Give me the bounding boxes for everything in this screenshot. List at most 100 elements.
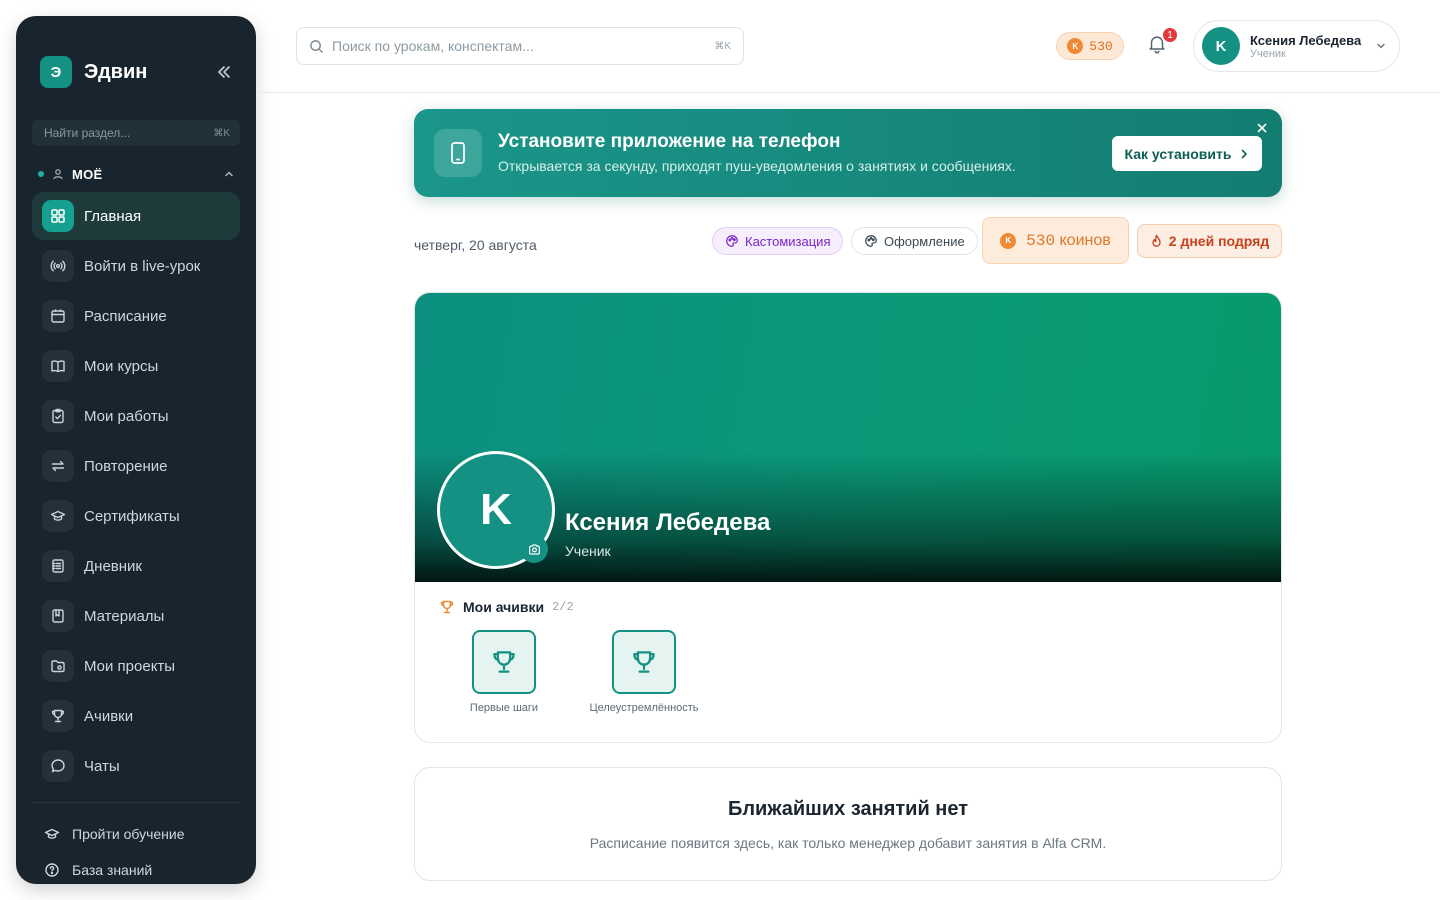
top-header: ⌘K K 530 1 K Ксения Лебедева Ученик <box>256 0 1440 93</box>
achievements-header: Мои ачивки 2/2 <box>439 599 574 615</box>
sidebar-item-repetition[interactable]: Повторение <box>32 442 240 490</box>
user-menu[interactable]: K Ксения Лебедева Ученик <box>1193 20 1400 72</box>
global-search-input[interactable] <box>332 38 707 54</box>
sidebar-item-label: Ачивки <box>84 707 134 725</box>
user-name: Ксения Лебедева <box>1250 32 1362 48</box>
phone-icon <box>434 129 482 177</box>
achievements-count: 2/2 <box>552 600 574 614</box>
sidebar-item-label: Сертификаты <box>84 507 180 525</box>
achievement-item[interactable]: Первые шаги <box>439 630 569 714</box>
sidebar-item-schedule[interactable]: Расписание <box>32 292 240 340</box>
current-date: четверг, 20 августа <box>414 237 537 253</box>
graduation-cap-icon <box>42 500 74 532</box>
graduation-cap-icon <box>44 828 60 839</box>
section-search[interactable]: Найти раздел... ⌘K <box>32 120 240 146</box>
flame-icon <box>1152 234 1161 247</box>
section-header-mine[interactable]: МОЁ <box>38 164 234 184</box>
coins-counter[interactable]: K 530 коинов <box>982 217 1129 264</box>
sidebar-item-diary[interactable]: Дневник <box>32 542 240 590</box>
streak-badge[interactable]: 2 дней подряд <box>1137 224 1282 258</box>
section-search-placeholder: Найти раздел... <box>44 126 131 140</box>
coins-unit: коинов <box>1059 231 1111 249</box>
broadcast-icon <box>42 250 74 282</box>
achievements-title: Мои ачивки <box>463 599 545 615</box>
repeat-icon <box>42 450 74 482</box>
streak-label: 2 дней подряд <box>1168 233 1270 249</box>
sidebar-item-label: Мои работы <box>84 407 169 425</box>
chevron-up-icon <box>225 171 233 177</box>
clipboard-icon <box>42 400 74 432</box>
sidebar-item-label: Пройти обучение <box>72 826 185 842</box>
achievement-item[interactable]: Целеустремлённость <box>579 630 709 714</box>
profile-card: K Ксения Лебедева Ученик Мои ачивки 2/2 … <box>414 292 1282 743</box>
sidebar-item-label: Войти в live-урок <box>84 257 201 275</box>
chevron-down-icon <box>1377 43 1385 49</box>
sidebar-item-materials[interactable]: Материалы <box>32 592 240 640</box>
lessons-title: Ближайших занятий нет <box>727 798 969 820</box>
sidebar-item-my-projects[interactable]: Мои проекты <box>32 642 240 690</box>
search-icon <box>310 39 323 53</box>
notebook-icon <box>42 550 74 582</box>
trophy-icon[interactable] <box>612 630 676 694</box>
notifications-badge: 1 <box>1161 26 1179 44</box>
section-search-shortcut: ⌘K <box>213 127 230 139</box>
sidebar-item-label: Повторение <box>84 457 168 475</box>
profile-role: Ученик <box>565 543 611 559</box>
achievement-label: Первые шаги <box>469 702 539 714</box>
user-role: Ученик <box>1250 47 1286 60</box>
design-chip-label: Оформление <box>884 233 965 249</box>
trophy-icon[interactable] <box>472 630 536 694</box>
customization-chip[interactable]: Кастомизация <box>712 227 844 255</box>
sidebar-item-live-lesson[interactable]: Войти в live-урок <box>32 242 240 290</box>
chevrons-left-icon <box>218 66 230 78</box>
coin-balance-pill[interactable]: K 530 <box>1056 32 1124 60</box>
palette-icon <box>726 235 738 247</box>
sidebar-item-label: Мои проекты <box>84 657 176 675</box>
chevron-right-icon <box>1242 149 1248 158</box>
collapse-sidebar-button[interactable] <box>214 62 234 82</box>
calendar-icon <box>42 300 74 332</box>
bookmark-icon <box>42 600 74 632</box>
coin-icon: K <box>1067 38 1084 54</box>
sidebar-item-chats[interactable]: Чаты <box>32 742 240 790</box>
how-to-install-button[interactable]: Как установить <box>1112 136 1262 171</box>
sidebar-divider <box>32 802 240 803</box>
user-icon <box>53 169 63 180</box>
sidebar-item-my-courses[interactable]: Мои курсы <box>32 342 240 390</box>
sidebar-item-certificates[interactable]: Сертификаты <box>32 492 240 540</box>
sidebar-item-label: Материалы <box>84 607 165 625</box>
camera-icon <box>528 543 540 555</box>
global-search-shortcut: ⌘K <box>714 40 731 52</box>
sidebar-nav: Главная Войти в live-урок Расписание Мои… <box>32 192 240 792</box>
status-dot <box>38 171 44 177</box>
upcoming-lessons-card: Ближайших занятий нет Расписание появитс… <box>414 767 1282 881</box>
sidebar-item-knowledge-base[interactable]: База знаний <box>44 852 244 888</box>
close-icon <box>1257 123 1267 133</box>
sidebar-item-achievements[interactable]: Ачивки <box>32 692 240 740</box>
brand-name: Эдвин <box>84 60 148 83</box>
design-chip[interactable]: Оформление <box>851 227 978 255</box>
how-to-install-label: Как установить <box>1124 145 1232 162</box>
avatar: K <box>1202 27 1240 65</box>
sidebar-item-onboarding[interactable]: Пройти обучение <box>44 816 244 852</box>
sidebar-item-label: Мои курсы <box>84 357 159 375</box>
grid-icon <box>42 200 74 232</box>
help-circle-icon <box>45 863 59 877</box>
sidebar-item-my-works[interactable]: Мои работы <box>32 392 240 440</box>
section-title: МОЁ <box>72 166 103 182</box>
brand[interactable]: Э Эдвин <box>40 56 147 88</box>
change-avatar-button[interactable] <box>520 535 548 563</box>
trophy-icon <box>42 700 74 732</box>
coins-value: 530 <box>1026 231 1056 250</box>
global-search[interactable]: ⌘K <box>296 27 744 65</box>
book-icon <box>42 350 74 382</box>
sidebar-footer: Пройти обучение База знаний <box>44 816 244 888</box>
lessons-text: Расписание появится здесь, как только ме… <box>589 835 1107 851</box>
user-info: Ксения Лебедева Ученик <box>1250 33 1361 60</box>
customization-chip-label: Кастомизация <box>745 233 831 249</box>
palette-icon <box>865 235 877 247</box>
sidebar-item-label: Расписание <box>84 307 167 325</box>
banner-close-button[interactable] <box>1256 121 1270 135</box>
sidebar-item-home[interactable]: Главная <box>32 192 240 240</box>
achievement-label: Целеустремлённость <box>589 702 699 714</box>
